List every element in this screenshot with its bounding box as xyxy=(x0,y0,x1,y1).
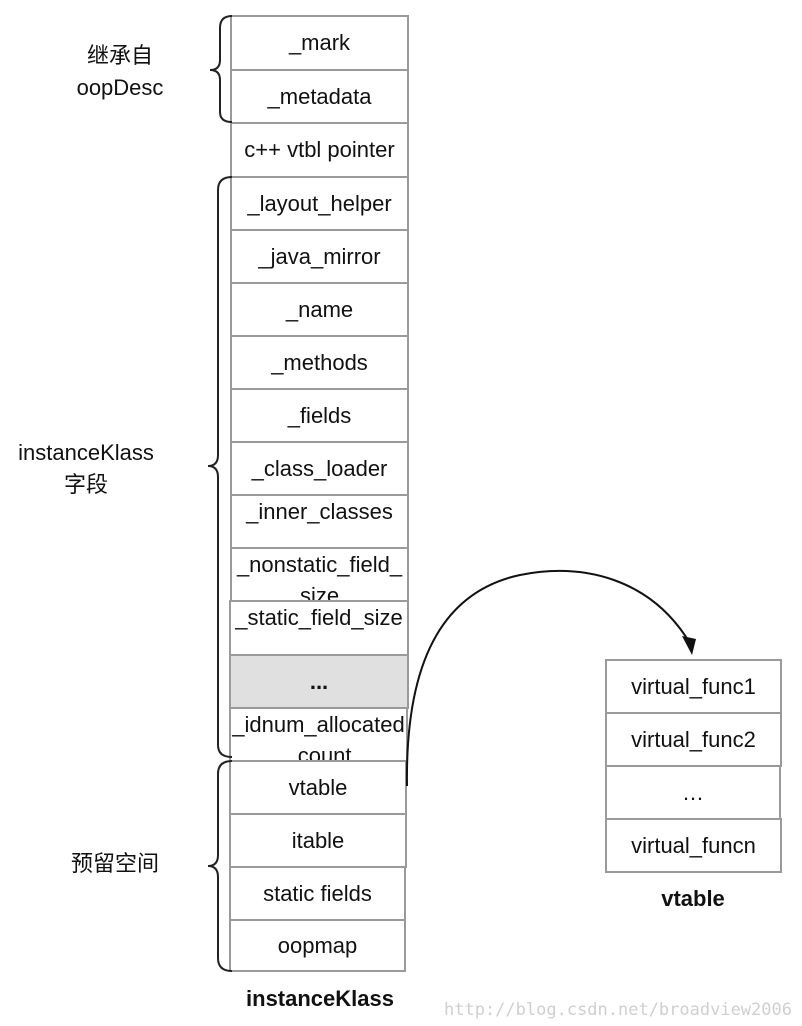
brace-reserved-space-icon xyxy=(207,760,233,972)
brace-instanceklass-fields-icon xyxy=(207,176,233,758)
arrowhead-icon xyxy=(682,636,696,655)
vtable-pointer-arrow xyxy=(405,570,689,787)
connectors xyxy=(207,15,696,972)
brace-oopdesc-icon xyxy=(209,15,233,123)
watermark: http://blog.csdn.net/broadview2006 xyxy=(444,1000,792,1020)
